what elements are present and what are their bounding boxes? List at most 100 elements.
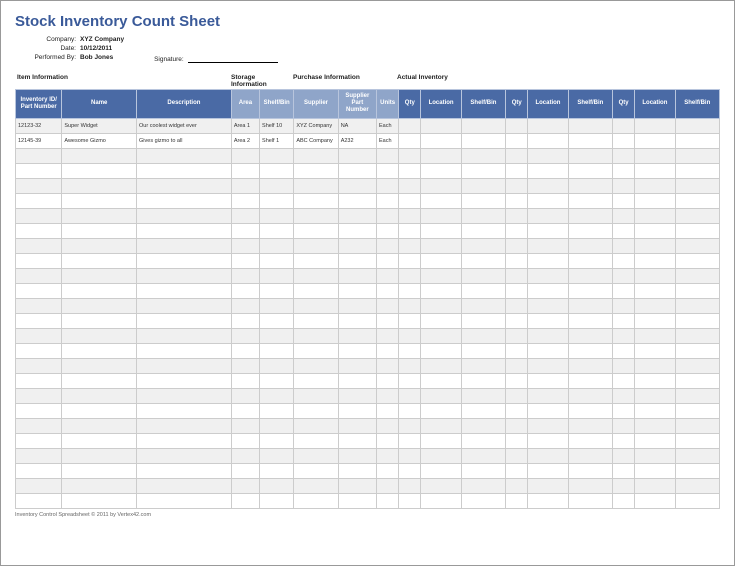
cell	[506, 373, 528, 388]
performed-by-label: Performed By:	[25, 54, 80, 61]
cell	[675, 388, 719, 403]
cell	[421, 373, 461, 388]
cell	[613, 298, 635, 313]
cell	[635, 178, 675, 193]
cell	[62, 268, 137, 283]
cell	[506, 163, 528, 178]
cell	[338, 478, 376, 493]
cell	[506, 283, 528, 298]
cell	[231, 418, 259, 433]
col-shelf-bin-2: Shelf/Bin	[568, 90, 612, 119]
cell	[506, 448, 528, 463]
cell: Shelf 10	[260, 118, 294, 133]
cell	[377, 328, 399, 343]
cell	[231, 223, 259, 238]
cell	[294, 163, 338, 178]
cell	[62, 448, 137, 463]
cell	[399, 418, 421, 433]
cell	[16, 388, 62, 403]
cell	[635, 418, 675, 433]
cell	[461, 223, 505, 238]
cell	[231, 493, 259, 508]
cell	[231, 403, 259, 418]
cell	[568, 163, 612, 178]
cell	[137, 478, 232, 493]
cell	[675, 358, 719, 373]
cell	[613, 478, 635, 493]
cell	[635, 253, 675, 268]
cell	[675, 343, 719, 358]
cell	[506, 358, 528, 373]
cell	[16, 403, 62, 418]
cell	[506, 343, 528, 358]
cell	[528, 178, 568, 193]
cell	[635, 223, 675, 238]
cell	[506, 133, 528, 148]
cell	[461, 163, 505, 178]
table-row	[16, 298, 720, 313]
col-description: Description	[137, 90, 232, 119]
table-row	[16, 493, 720, 508]
cell	[506, 463, 528, 478]
cell	[635, 208, 675, 223]
cell	[62, 298, 137, 313]
cell	[260, 253, 294, 268]
cell	[635, 433, 675, 448]
page-title: Stock Inventory Count Sheet	[15, 13, 720, 30]
cell	[506, 208, 528, 223]
cell	[338, 268, 376, 283]
cell	[62, 193, 137, 208]
cell	[635, 313, 675, 328]
cell	[338, 283, 376, 298]
cell	[568, 193, 612, 208]
cell	[461, 298, 505, 313]
signature-block: Signature:	[154, 44, 278, 63]
cell	[338, 313, 376, 328]
col-units: Units	[377, 90, 399, 119]
cell	[568, 433, 612, 448]
cell	[338, 403, 376, 418]
cell	[16, 358, 62, 373]
cell	[613, 238, 635, 253]
cell	[399, 478, 421, 493]
cell	[528, 433, 568, 448]
date-label: Date:	[25, 45, 80, 52]
cell	[377, 283, 399, 298]
cell	[231, 268, 259, 283]
cell	[421, 208, 461, 223]
page: Stock Inventory Count Sheet Company: XYZ…	[0, 0, 735, 566]
signature-label: Signature:	[154, 56, 184, 63]
cell	[613, 493, 635, 508]
cell	[399, 403, 421, 418]
cell	[231, 178, 259, 193]
table-row	[16, 313, 720, 328]
cell	[528, 133, 568, 148]
cell	[568, 418, 612, 433]
cell	[399, 373, 421, 388]
cell	[613, 223, 635, 238]
cell	[16, 343, 62, 358]
cell	[528, 238, 568, 253]
cell	[231, 358, 259, 373]
cell	[528, 313, 568, 328]
cell	[260, 478, 294, 493]
col-location-3: Location	[635, 90, 675, 119]
inventory-table: Inventory ID/ Part Number Name Descripti…	[15, 89, 720, 509]
cell	[421, 358, 461, 373]
cell	[231, 193, 259, 208]
cell	[506, 193, 528, 208]
cell	[294, 463, 338, 478]
cell	[421, 253, 461, 268]
cell	[461, 433, 505, 448]
table-row	[16, 193, 720, 208]
cell	[16, 283, 62, 298]
table-row	[16, 148, 720, 163]
cell	[16, 148, 62, 163]
cell	[528, 493, 568, 508]
table-row	[16, 448, 720, 463]
cell	[528, 328, 568, 343]
cell	[528, 223, 568, 238]
cell: Area 1	[231, 118, 259, 133]
cell	[377, 148, 399, 163]
cell	[635, 238, 675, 253]
